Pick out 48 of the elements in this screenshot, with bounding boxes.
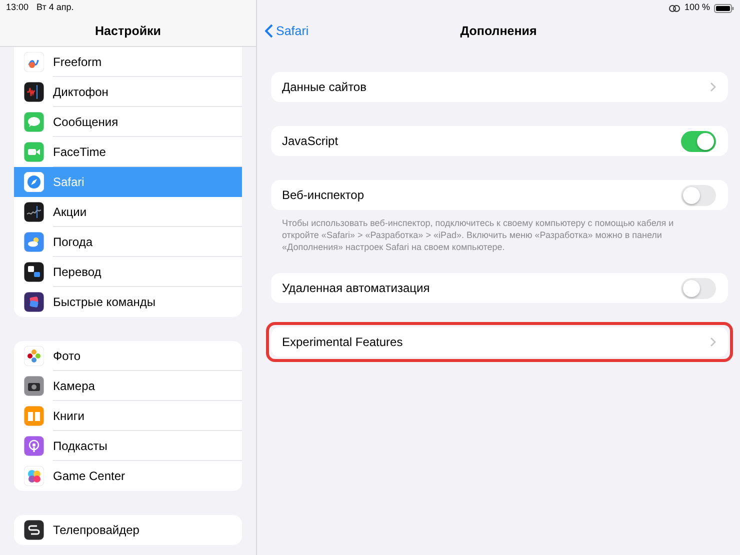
sidebar-item[interactable]: Диктофон — [14, 77, 242, 107]
chart-line-icon — [24, 202, 44, 222]
back-link[interactable]: Safari — [265, 22, 309, 40]
podcast-icon — [24, 436, 44, 456]
chevron-right-icon — [710, 82, 716, 92]
sidebar-item[interactable]: Телепровайдер — [14, 515, 242, 545]
speech-bubble-icon — [24, 112, 44, 132]
battery-percent: 100 % — [684, 1, 710, 14]
toggle-switch[interactable] — [681, 184, 716, 206]
sidebar-item[interactable]: Книги — [14, 401, 242, 431]
footnote-text: Чтобы использовать веб-инспектор, подключитесь к своему компьютеру с помощью кабеля и откройте «Safari» > «Разработка» > «iPad». Включить меню «Разработка» можно в панели «Дополнения» настроек Safari на своем компьютере. — [281, 217, 675, 254]
row-label: Веб-инспектор — [282, 187, 366, 204]
toggle-switch[interactable] — [681, 130, 716, 152]
translate-icon — [24, 262, 44, 282]
drawing-icon — [24, 52, 44, 72]
video-camera-icon — [24, 142, 44, 162]
sidebar-item[interactable]: Камера — [14, 371, 242, 401]
sidebar-item[interactable]: Подкасты — [14, 431, 242, 461]
sidebar-item[interactable]: Погода — [14, 227, 242, 257]
status-time: 13:00 — [6, 1, 29, 14]
compass-icon — [24, 172, 44, 192]
sidebar-item[interactable]: Сообщения — [14, 107, 242, 137]
page-title: Дополнения — [460, 24, 537, 38]
sidebar-item[interactable]: Акции — [14, 197, 242, 227]
link-icon — [669, 4, 680, 12]
cable-icon — [24, 520, 44, 540]
settings-row[interactable]: Данные сайтов — [271, 72, 728, 102]
status-date: Вт 4 апр. — [36, 1, 74, 14]
cloud-sun-icon — [24, 232, 44, 252]
bubbles-icon — [24, 466, 44, 486]
camera-icon — [24, 376, 44, 396]
sidebar-item[interactable]: Перевод — [14, 257, 242, 287]
chevron-left-icon — [265, 24, 273, 38]
chevron-right-icon — [710, 337, 716, 348]
waveform-icon — [24, 82, 44, 102]
battery-icon — [714, 4, 734, 12]
toggle-switch[interactable] — [681, 278, 716, 299]
sidebar-item[interactable]: Фото — [14, 341, 242, 371]
settings-title: Настройки — [94, 23, 162, 40]
sidebar-item[interactable]: Freeform — [14, 47, 242, 77]
book-icon — [24, 406, 44, 426]
settings-row[interactable]: Experimental Features — [271, 327, 728, 358]
layers-icon — [24, 292, 44, 312]
row-label: Удаленная автоматизация — [282, 280, 431, 298]
sidebar-item[interactable]: Быстрые команды — [14, 287, 242, 317]
flower-icon — [24, 346, 44, 366]
sidebar-item[interactable]: Game Center — [14, 461, 242, 491]
row-label: JavaScript — [282, 133, 340, 150]
